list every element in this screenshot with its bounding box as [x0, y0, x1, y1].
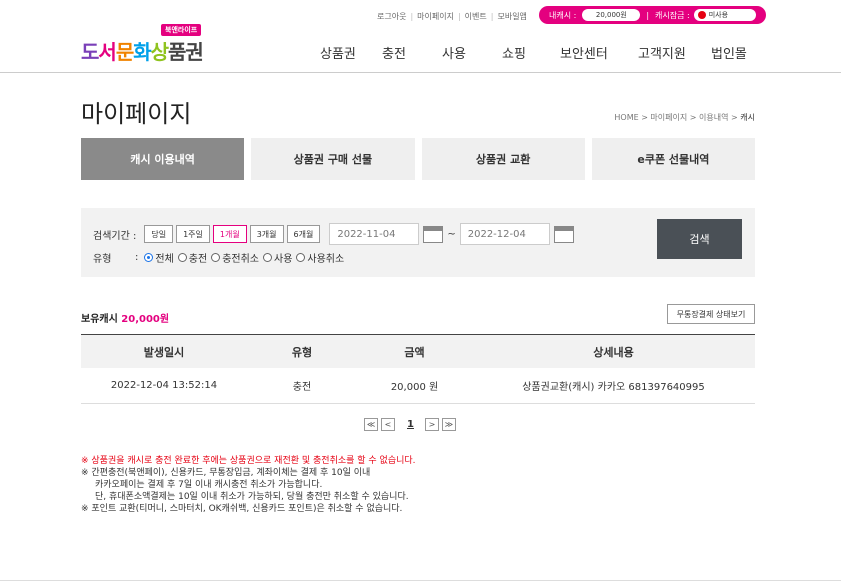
cell-date: 2022-12-04 13:52:14: [110, 380, 218, 391]
breadcrumb-current: 캐시: [740, 113, 755, 122]
holding-cash-label: 보유캐시: [81, 314, 118, 325]
divider: |: [490, 11, 494, 21]
utility-links: 로그아웃 | 마이페이지 | 이벤트 | 모바일앱: [377, 8, 527, 24]
cash-lock-toggle[interactable]: 미사용: [693, 9, 756, 21]
table-header: 발생일시 유형 금액 상세내용: [81, 334, 755, 368]
radio-all[interactable]: [144, 253, 154, 262]
divider: |: [646, 10, 650, 20]
period-1week-button[interactable]: 1주일: [176, 225, 210, 243]
tab-exchange[interactable]: 상품권 교환: [421, 138, 585, 180]
cash-value: 20,000원: [582, 9, 641, 21]
period-3month-button[interactable]: 3개월: [249, 225, 284, 243]
calendar-icon[interactable]: [553, 225, 574, 243]
tab-purchase-gift[interactable]: 상품권 구매 선물: [251, 138, 415, 180]
header-divider: [0, 72, 841, 73]
radio-use-cancel-label: 사용취소: [307, 254, 345, 265]
event-link[interactable]: 이벤트: [465, 11, 487, 22]
radio-use[interactable]: [263, 253, 272, 262]
period-row: 검색기간 : 당일 1주일 1개월 3개월 6개월 2022-11-04 ~ 2…: [93, 223, 574, 245]
cash-lock-value: 미사용: [708, 11, 729, 19]
history-tabs: 캐시 이용내역 상품권 구매 선물 상품권 교환 e쿠폰 선물내역: [81, 138, 755, 180]
bank-deposit-status-button[interactable]: 무통장결제 상태보기: [667, 304, 755, 324]
col-header-amount: 금액: [404, 345, 425, 359]
notice-item: 단, 휴대폰소액결제는 10일 이내 취소가 가능하되, 당월 충전만 취소할 …: [95, 492, 409, 502]
date-to-input[interactable]: 2022-12-04: [459, 223, 550, 245]
col-header-type: 유형: [291, 345, 313, 359]
logo-wordmark: 도서문화상품권: [81, 40, 204, 64]
radio-use-cancel[interactable]: [296, 253, 306, 262]
date-range-separator: ~: [447, 228, 456, 240]
page-prev-button[interactable]: <: [381, 418, 395, 431]
divider: |: [457, 11, 461, 21]
radio-use-label: 사용: [274, 254, 293, 265]
notice-item: ※ 포인트 교환(티머니, 스마터치, OK캐쉬백, 신용카드 포인트)은 취소…: [81, 504, 403, 514]
pagination: ≪ < 1 > ≫: [364, 418, 459, 431]
radio-charge[interactable]: [177, 253, 187, 262]
period-label: 검색기간 :: [93, 230, 137, 242]
nav-item-corporate[interactable]: 법인몰: [711, 43, 747, 62]
cash-status-bar: 내캐시 : 20,000원 | 캐시잠금 : 미사용: [539, 6, 766, 24]
cash-label: 내캐시 :: [549, 10, 577, 20]
type-colon: :: [135, 252, 139, 263]
footer-divider: [0, 580, 841, 581]
page-last-button[interactable]: ≫: [441, 418, 456, 431]
period-today-button[interactable]: 당일: [144, 225, 174, 243]
search-filter-box: 검색기간 : 당일 1주일 1개월 3개월 6개월 2022-11-04 ~ 2…: [81, 208, 755, 277]
table-row: 2022-12-04 13:52:14 충전 20,000 원 상품권교환(캐시…: [81, 368, 755, 404]
page-title: 마이페이지: [81, 100, 192, 128]
mypage-link[interactable]: 마이페이지: [417, 11, 454, 22]
page-first-button[interactable]: ≪: [364, 418, 378, 431]
col-header-date: 발생일시: [143, 345, 185, 359]
nav-item-charge[interactable]: 충전: [382, 43, 442, 62]
period-1month-button[interactable]: 1개월: [212, 225, 247, 243]
col-header-detail: 상세내용: [593, 345, 634, 359]
period-6month-button[interactable]: 6개월: [286, 225, 321, 243]
mobile-app-link[interactable]: 모바일앱: [497, 11, 526, 22]
radio-charge-cancel-label: 충전취소: [222, 254, 259, 265]
cell-amount: 20,000 원: [390, 382, 439, 393]
divider: |: [410, 11, 414, 21]
nav-item-security[interactable]: 보안센터: [560, 43, 638, 62]
type-row: 유형 : 전체 충전 충전취소 사용 사용취소: [93, 250, 344, 265]
nav-item-giftcard[interactable]: 상품권: [320, 43, 382, 62]
logout-link[interactable]: 로그아웃: [377, 11, 406, 22]
page-number-current[interactable]: 1: [407, 419, 414, 430]
nav-item-shopping[interactable]: 쇼핑: [502, 43, 560, 62]
breadcrumb-path[interactable]: HOME > 마이페이지 > 이용내역 >: [614, 113, 740, 122]
radio-all-label: 전체: [155, 254, 174, 265]
cash-history-table: 발생일시 유형 금액 상세내용 2022-12-04 13:52:14 충전 2…: [81, 334, 755, 404]
date-from-input[interactable]: 2022-11-04: [329, 223, 420, 245]
status-dot-icon: [697, 11, 706, 19]
radio-charge-cancel[interactable]: [211, 253, 221, 262]
nav-item-use[interactable]: 사용: [442, 43, 502, 62]
breadcrumb: HOME > 마이페이지 > 이용내역 > 캐시: [614, 112, 755, 123]
notice-item: 카카오페이는 결제 후 7일 이내 캐시충전 취소가 가능합니다.: [95, 480, 323, 490]
holding-cash-amount: 20,000원: [121, 314, 170, 325]
radio-charge-label: 충전: [188, 254, 208, 265]
tab-ecoupon-gift[interactable]: e쿠폰 선물내역: [591, 138, 755, 180]
type-label: 유형: [93, 254, 112, 265]
site-logo[interactable]: 북앤라이프 도서문화상품권: [81, 24, 221, 64]
logo-badge: 북앤라이프: [161, 24, 202, 36]
main-nav: 상품권 충전 사용 쇼핑 보안센터 고객지원 법인몰: [320, 43, 747, 62]
notice-item: ※ 상품권을 캐시로 충전 완료한 후에는 상품권으로 재전환 및 충전취소를 …: [81, 456, 416, 466]
nav-item-support[interactable]: 고객지원: [638, 43, 711, 62]
cell-detail: 상품권교환(캐시) 카카오 681397640995: [522, 382, 705, 393]
cell-type: 충전: [292, 382, 312, 393]
page-next-button[interactable]: >: [424, 418, 439, 431]
tab-cash-history[interactable]: 캐시 이용내역: [81, 138, 245, 180]
notice-list: ※ 상품권을 캐시로 충전 완료한 후에는 상품권으로 재전환 및 충전취소를 …: [81, 455, 416, 515]
cash-lock-label: 캐시잠금 :: [655, 10, 690, 20]
search-button[interactable]: 검색: [657, 219, 742, 259]
calendar-icon[interactable]: [423, 225, 444, 243]
holding-cash: 보유캐시 20,000원: [81, 310, 169, 325]
notice-item: ※ 간편충전(북앤페이), 신용카드, 무통장입금, 계좌이체는 결제 후 10…: [81, 468, 371, 478]
